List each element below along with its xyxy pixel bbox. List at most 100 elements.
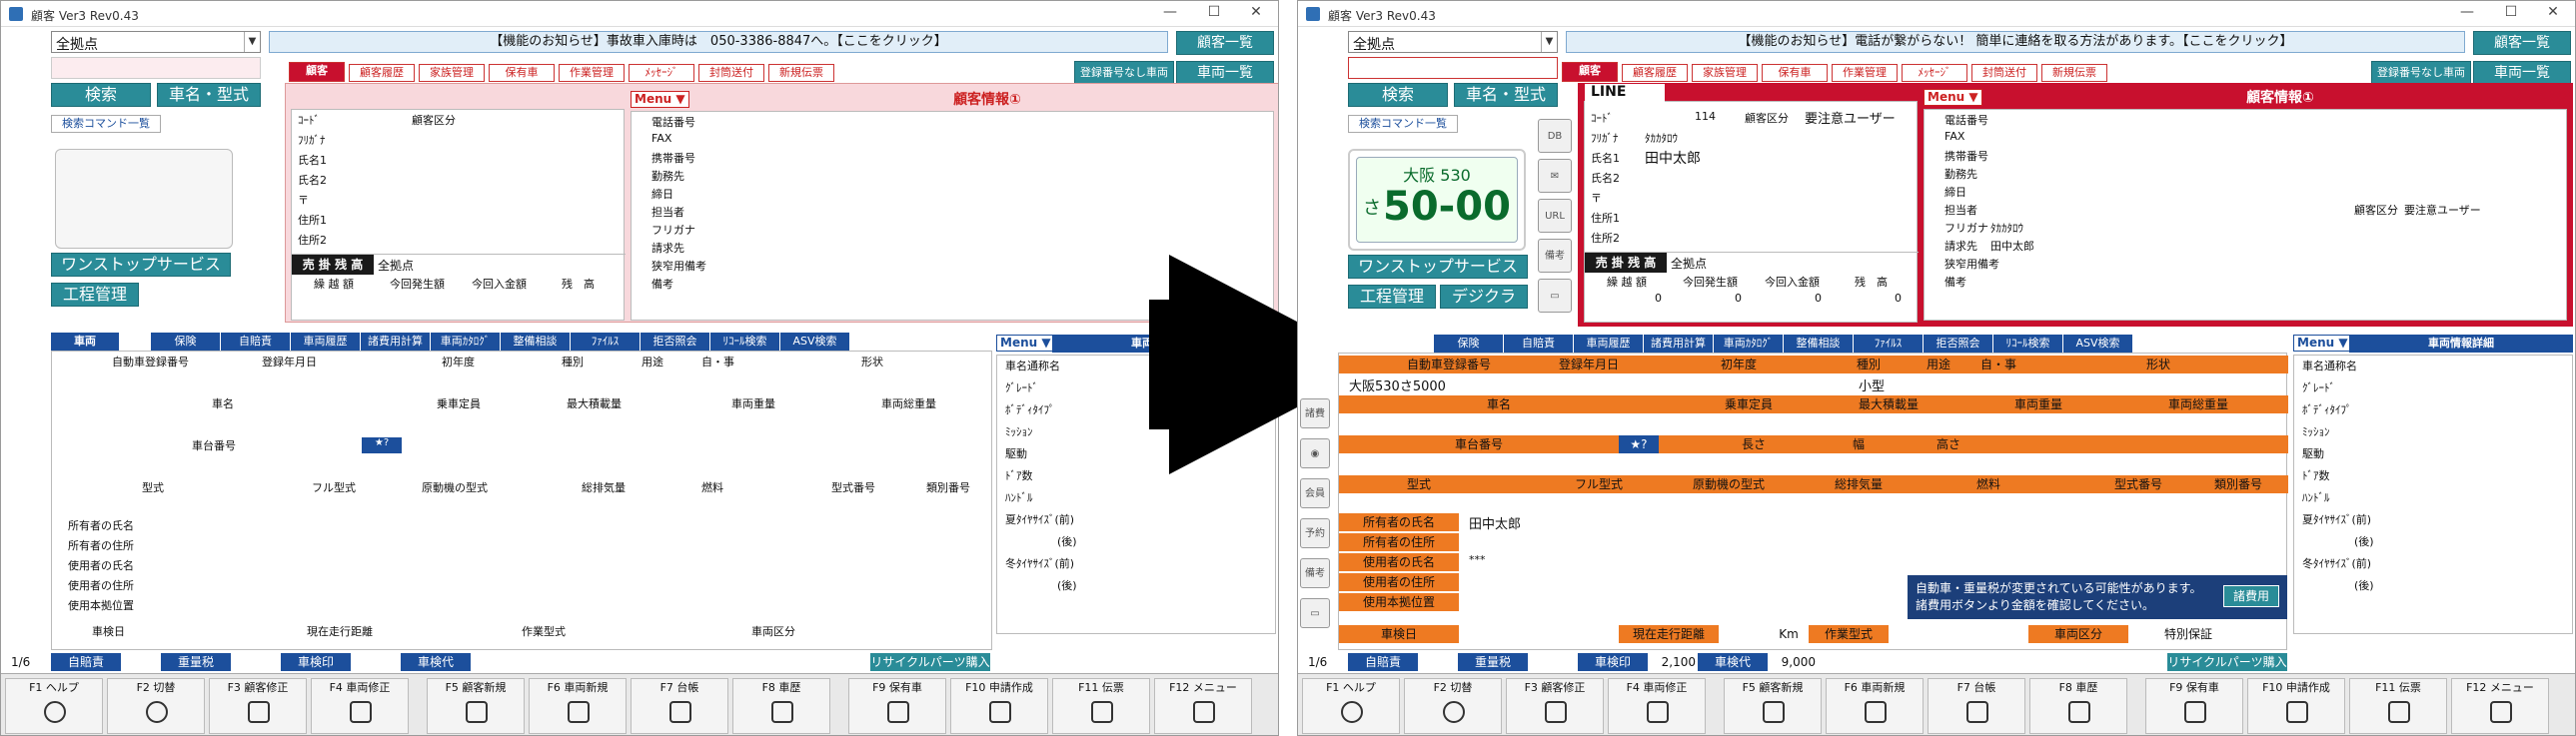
f9-owned-car-button[interactable]: F9 保有車 xyxy=(2145,678,2243,734)
f8-car-history-button[interactable]: F8 車歴 xyxy=(732,678,830,734)
search-button[interactable]: 検索 xyxy=(51,83,151,107)
vehicle-menu-button[interactable]: Menu ▼ xyxy=(996,335,1055,352)
f6-new-vehicle-button[interactable]: F6 車両新規 xyxy=(1826,678,1924,734)
balance-branch[interactable]: 全拠点 xyxy=(378,257,414,274)
balance-branch[interactable]: 全拠点 xyxy=(1671,255,1707,272)
command-list-button[interactable]: 検索コマンド一覧 xyxy=(1348,115,1458,133)
tab-history[interactable]: 顧客履歴 xyxy=(349,64,415,82)
member-icon[interactable]: 会員 xyxy=(1300,478,1330,508)
customer-list-button[interactable]: 顧客一覧 xyxy=(1176,31,1274,55)
tab-new-slip[interactable]: 新規伝票 xyxy=(768,64,834,82)
recall-button[interactable]: ﾘｺｰﾙ検索 xyxy=(710,333,780,351)
process-button[interactable]: 工程管理 xyxy=(51,283,139,307)
tab-new-slip[interactable]: 新規伝票 xyxy=(2041,64,2107,82)
chassis-star-button[interactable]: ★? xyxy=(1619,435,1659,453)
close-button[interactable]: ✕ xyxy=(1236,4,1276,24)
vehicle-tab[interactable]: 車両 xyxy=(51,333,119,351)
chassis-star-button[interactable]: ★? xyxy=(362,437,402,453)
memo2-icon[interactable]: 備考 xyxy=(1300,558,1330,588)
asv-button[interactable]: ASV検索 xyxy=(780,333,850,351)
reserve-icon[interactable]: 予約 xyxy=(1300,518,1330,548)
maximize-button[interactable]: ☐ xyxy=(1194,4,1234,24)
vehicle-list-button[interactable]: 車両一覧 xyxy=(1176,61,1274,85)
catalog-button[interactable]: 車両ｶﾀﾛｸﾞ xyxy=(1714,335,1784,353)
jibaiseki-button[interactable]: 自賠責 xyxy=(1504,335,1574,353)
customer-list-button[interactable]: 顧客一覧 xyxy=(2473,31,2571,55)
branch-select[interactable]: 全拠点 ▼ xyxy=(51,31,261,53)
fee-calc-button[interactable]: 諸費用計算 xyxy=(361,333,431,351)
maximize-button[interactable]: ☐ xyxy=(2491,4,2531,24)
files-button[interactable]: ﾌｧｲﾙｽ xyxy=(1854,335,1924,353)
vehicle-history-button[interactable]: 車両履歴 xyxy=(291,333,361,351)
url-icon[interactable]: URL xyxy=(1538,199,1572,233)
notice-banner[interactable]: 【機能のお知らせ】事故車入庫時は 050-3386-8847へ。【ここをクリック… xyxy=(269,31,1168,53)
jibaiseki-button[interactable]: 自賠責 xyxy=(221,333,291,351)
line-label[interactable]: LINE xyxy=(1585,84,1665,102)
branch-select[interactable]: 全拠点 ▼ xyxy=(1348,31,1558,53)
f1-help-button[interactable]: F1 ヘルプ xyxy=(1302,678,1400,734)
digicar-button[interactable]: デジクラ xyxy=(1440,285,1528,309)
onestop-button[interactable]: ワンストップサービス xyxy=(1348,255,1528,279)
tab-owned[interactable]: 保有車 xyxy=(489,64,555,82)
tab-customer[interactable]: 顧客 xyxy=(289,62,345,82)
f3-edit-customer-button[interactable]: F3 顧客修正 xyxy=(209,678,307,734)
carname-button[interactable]: 車名・型式 xyxy=(1454,83,1558,107)
f6-new-vehicle-button[interactable]: F6 車両新規 xyxy=(529,678,627,734)
tab-envelope[interactable]: 封筒送付 xyxy=(1971,64,2037,82)
f5-new-customer-button[interactable]: F5 顧客新規 xyxy=(427,678,525,734)
memo-icon[interactable]: 備考 xyxy=(1538,239,1572,273)
customer-menu-button[interactable]: Menu ▼ xyxy=(631,91,689,108)
onestop-button[interactable]: ワンストップサービス xyxy=(51,253,231,277)
vehicle-list-button[interactable]: 車両一覧 xyxy=(2473,61,2571,85)
fee-icon[interactable]: 諸費 xyxy=(1300,398,1330,428)
tab-work[interactable]: 作業管理 xyxy=(1832,64,1898,82)
mail-icon[interactable]: ✉ xyxy=(1538,159,1572,193)
search-button[interactable]: 検索 xyxy=(1348,83,1448,107)
asv-button[interactable]: ASV検索 xyxy=(2063,335,2133,353)
insurance-button[interactable]: 保険 xyxy=(151,333,221,351)
recycle-parts-button[interactable]: リサイクルパーツ購入 xyxy=(2167,653,2287,671)
tab-family[interactable]: 家族管理 xyxy=(419,64,485,82)
search-input[interactable] xyxy=(51,57,261,79)
f2-switch-button[interactable]: F2 切替 xyxy=(107,678,205,734)
f11-slip-button[interactable]: F11 伝票 xyxy=(2349,678,2447,734)
tab-message[interactable]: ﾒｯｾｰｼﾞ xyxy=(1902,64,1967,82)
f7-ledger-button[interactable]: F7 台帳 xyxy=(631,678,728,734)
process-button[interactable]: 工程管理 xyxy=(1348,285,1436,309)
reject-button[interactable]: 拒否照会 xyxy=(1924,335,1993,353)
maintenance-button[interactable]: 整備相談 xyxy=(501,333,571,351)
f5-new-customer-button[interactable]: F5 顧客新規 xyxy=(1724,678,1822,734)
f8-car-history-button[interactable]: F8 車歴 xyxy=(2029,678,2127,734)
f9-owned-car-button[interactable]: F9 保有車 xyxy=(848,678,946,734)
catalog-button[interactable]: 車両ｶﾀﾛｸﾞ xyxy=(431,333,501,351)
f11-slip-button[interactable]: F11 伝票 xyxy=(1052,678,1150,734)
tab-owned[interactable]: 保有車 xyxy=(1762,64,1828,82)
f10-application-button[interactable]: F10 申請作成 xyxy=(2247,678,2345,734)
close-button[interactable]: ✕ xyxy=(2533,4,2573,24)
notice-banner[interactable]: 【機能のお知らせ】電話が繋がらない！ 簡単に連絡を取る方法があります。【ここをク… xyxy=(1566,31,2465,53)
tab-family[interactable]: 家族管理 xyxy=(1692,64,1758,82)
maintenance-button[interactable]: 整備相談 xyxy=(1784,335,1854,353)
recall-button[interactable]: ﾘｺｰﾙ検索 xyxy=(1993,335,2063,353)
fee-calc-button[interactable]: 諸費用計算 xyxy=(1644,335,1714,353)
folder2-icon[interactable]: ▭ xyxy=(1300,598,1330,628)
f12-menu-button[interactable]: F12 メニュー xyxy=(1154,678,1252,734)
f3-edit-customer-button[interactable]: F3 顧客修正 xyxy=(1506,678,1604,734)
insurance-button[interactable]: 保険 xyxy=(1434,335,1504,353)
recycle-parts-button[interactable]: リサイクルパーツ購入 xyxy=(870,653,990,671)
f4-edit-vehicle-button[interactable]: F4 車両修正 xyxy=(311,678,409,734)
chevron-down-icon[interactable]: ▼ xyxy=(1541,32,1557,52)
minimize-button[interactable]: — xyxy=(2447,4,2487,24)
f10-application-button[interactable]: F10 申請作成 xyxy=(950,678,1048,734)
tab-customer[interactable]: 顧客 xyxy=(1562,62,1618,82)
tab-work[interactable]: 作業管理 xyxy=(559,64,625,82)
f7-ledger-button[interactable]: F7 台帳 xyxy=(1928,678,2025,734)
f2-switch-button[interactable]: F2 切替 xyxy=(1404,678,1502,734)
f1-help-button[interactable]: F1 ヘルプ xyxy=(5,678,103,734)
search-input[interactable] xyxy=(1348,57,1558,79)
vehicle-menu-button[interactable]: Menu ▼ xyxy=(2293,335,2352,352)
tab-history[interactable]: 顧客履歴 xyxy=(1622,64,1688,82)
vehicle-history-button[interactable]: 車両履歴 xyxy=(1574,335,1644,353)
tab-message[interactable]: ﾒｯｾｰｼﾞ xyxy=(629,64,694,82)
command-list-button[interactable]: 検索コマンド一覧 xyxy=(51,115,161,133)
